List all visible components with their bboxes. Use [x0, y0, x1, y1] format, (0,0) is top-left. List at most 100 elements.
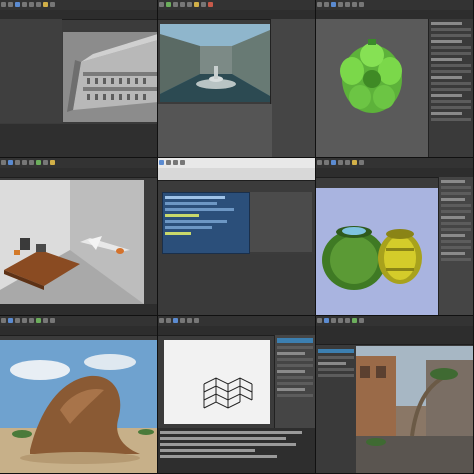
rotate-icon[interactable]: [180, 2, 185, 7]
perspective-viewport[interactable]: [316, 19, 430, 157]
record-icon[interactable]: [208, 2, 213, 7]
select-icon[interactable]: [324, 318, 329, 323]
file-icon[interactable]: [317, 2, 322, 7]
file-icon[interactable]: [159, 160, 164, 165]
street-scene: [356, 346, 473, 473]
scale-icon[interactable]: [352, 2, 357, 7]
scale-icon[interactable]: [187, 2, 192, 7]
move-icon[interactable]: [15, 318, 20, 323]
move-icon[interactable]: [15, 160, 20, 165]
camera-icon[interactable]: [201, 2, 206, 7]
select-icon[interactable]: [331, 2, 336, 7]
ribbon-toolbar[interactable]: [158, 168, 315, 181]
edit-icon[interactable]: [324, 2, 329, 7]
building-model: [67, 34, 157, 112]
rotate-icon[interactable]: [345, 2, 350, 7]
properties-panel[interactable]: [438, 177, 473, 315]
move-icon[interactable]: [173, 2, 178, 7]
move-icon[interactable]: [331, 318, 336, 323]
office-scene: [0, 180, 144, 304]
courtyard-scene: [160, 24, 270, 102]
render-window[interactable]: [160, 24, 270, 102]
rotate-icon[interactable]: [345, 160, 350, 165]
toolbar[interactable]: [0, 168, 157, 178]
perspective-viewport[interactable]: [63, 32, 157, 122]
scale-icon[interactable]: [194, 318, 199, 323]
edit-icon[interactable]: [8, 2, 13, 7]
paint-icon[interactable]: [50, 318, 55, 323]
perspective-viewport[interactable]: [0, 180, 144, 304]
file-icon[interactable]: [1, 2, 6, 7]
select-icon[interactable]: [8, 318, 13, 323]
play-icon[interactable]: [36, 318, 41, 323]
render-icon[interactable]: [43, 2, 48, 7]
rotate-icon[interactable]: [338, 318, 343, 323]
material-icon[interactable]: [352, 160, 357, 165]
tile-office-editor: [0, 158, 158, 316]
edit-icon[interactable]: [324, 160, 329, 165]
tile-courtyard-editor: [158, 0, 316, 158]
desert-scene: [0, 354, 157, 473]
file-icon[interactable]: [1, 318, 6, 323]
attribute-editor[interactable]: [428, 19, 473, 157]
select-icon[interactable]: [173, 318, 178, 323]
perspective-viewport[interactable]: [164, 340, 270, 424]
edit-icon[interactable]: [166, 318, 171, 323]
code-panel[interactable]: [162, 192, 250, 254]
properties-panel[interactable]: [270, 19, 315, 157]
scale-icon[interactable]: [29, 318, 34, 323]
tile-building-editor: [0, 0, 158, 158]
outliner-panel[interactable]: [0, 19, 62, 123]
move-icon[interactable]: [338, 2, 343, 7]
rotate-icon[interactable]: [29, 2, 34, 7]
play-icon[interactable]: [166, 2, 171, 7]
file-icon[interactable]: [159, 2, 164, 7]
light-icon[interactable]: [194, 2, 199, 7]
screenshot-collage: [0, 0, 474, 474]
file-icon[interactable]: [1, 160, 6, 165]
move-icon[interactable]: [22, 2, 27, 7]
output-log[interactable]: [158, 428, 315, 473]
viewport-secondary[interactable]: [158, 104, 272, 157]
sculpt-icon[interactable]: [43, 318, 48, 323]
grid-icon[interactable]: [43, 160, 48, 165]
insert-icon[interactable]: [173, 160, 178, 165]
green-organic-model: [340, 39, 402, 113]
camera-icon[interactable]: [359, 160, 364, 165]
render-viewport[interactable]: [356, 346, 473, 473]
scale-icon[interactable]: [36, 2, 41, 7]
scale-icon[interactable]: [29, 160, 34, 165]
wireframe-mesh: [203, 377, 253, 409]
perspective-viewport[interactable]: [316, 188, 440, 315]
settings-icon[interactable]: [50, 2, 55, 7]
view-icon[interactable]: [180, 160, 185, 165]
snap-icon[interactable]: [359, 2, 364, 7]
scale-icon[interactable]: [345, 318, 350, 323]
file-icon[interactable]: [317, 160, 322, 165]
select-icon[interactable]: [331, 160, 336, 165]
render-viewport[interactable]: [0, 340, 157, 473]
file-icon[interactable]: [159, 318, 164, 323]
select-icon[interactable]: [15, 2, 20, 7]
rotate-icon[interactable]: [187, 318, 192, 323]
content-browser[interactable]: [316, 346, 356, 473]
timeline-panel[interactable]: [0, 124, 157, 157]
move-icon[interactable]: [338, 160, 343, 165]
workspace-area[interactable]: [158, 254, 315, 315]
toolbar[interactable]: [0, 326, 157, 336]
select-icon[interactable]: [8, 160, 13, 165]
tile-pots-editor: [316, 158, 474, 316]
timeline-panel[interactable]: [0, 304, 157, 315]
output-panel[interactable]: [250, 192, 312, 252]
asset-shelf[interactable]: [316, 326, 473, 345]
home-icon[interactable]: [166, 160, 171, 165]
play-icon[interactable]: [36, 160, 41, 165]
camera-icon[interactable]: [359, 318, 364, 323]
light-icon[interactable]: [50, 160, 55, 165]
move-icon[interactable]: [180, 318, 185, 323]
foliage-icon[interactable]: [352, 318, 357, 323]
rotate-icon[interactable]: [22, 318, 27, 323]
file-icon[interactable]: [317, 318, 322, 323]
rotate-icon[interactable]: [22, 160, 27, 165]
tile-mesh-editor: [158, 316, 316, 474]
